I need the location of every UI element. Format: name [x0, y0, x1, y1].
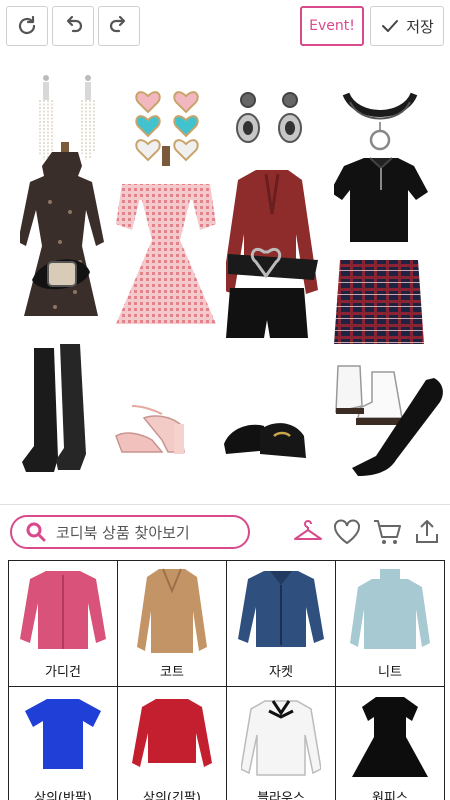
search-placeholder: 코디북 상품 찾아보기: [56, 523, 190, 542]
pink-ankle-strap-heels[interactable]: [112, 400, 192, 460]
floral-dress[interactable]: [20, 142, 110, 328]
black-belt[interactable]: [28, 250, 94, 298]
event-button[interactable]: Event!: [300, 6, 364, 46]
refresh-button[interactable]: [6, 6, 48, 46]
category-label: 가디건: [45, 665, 81, 680]
category-label: 니트: [378, 665, 402, 680]
category-grid: 가디건 코트 자켓 니트 상의(반팔) 상의(긴팔) 블라우스 원피스: [8, 560, 445, 800]
check-icon: [382, 20, 399, 32]
heart-buckle-belt[interactable]: [228, 244, 318, 290]
category-coat[interactable]: 코트: [118, 561, 227, 687]
hanger-icon: [294, 520, 322, 540]
plaid-skirt[interactable]: [334, 260, 424, 344]
share-icon: [416, 520, 438, 543]
black-polo-top[interactable]: [334, 154, 428, 244]
heart-icon: [334, 519, 360, 545]
gingham-offshoulder-dress[interactable]: [116, 146, 216, 330]
save-button[interactable]: 저장: [370, 6, 444, 46]
redo-icon: [109, 15, 126, 33]
search-icon: [26, 522, 46, 542]
top-toolbar: Event! 저장: [0, 0, 450, 54]
favorite-button[interactable]: [330, 516, 364, 548]
category-label: 원피스: [372, 791, 408, 800]
black-shorts[interactable]: [226, 288, 308, 340]
black-thigh-boots[interactable]: [20, 344, 90, 480]
ring-choker[interactable]: [340, 84, 420, 156]
category-dress[interactable]: 원피스: [336, 687, 445, 800]
category-label: 코트: [160, 665, 184, 680]
category-label: 블라우스: [257, 791, 305, 800]
category-blouse[interactable]: 블라우스: [227, 687, 336, 800]
cart-icon: [374, 520, 401, 544]
redo-button[interactable]: [98, 6, 140, 46]
category-cardigan[interactable]: 가디건: [9, 561, 118, 687]
undo-icon: [66, 15, 83, 33]
black-loafers[interactable]: [222, 408, 308, 464]
category-knit[interactable]: 니트: [336, 561, 445, 687]
category-jacket[interactable]: 자켓: [227, 561, 336, 687]
category-long-sleeve-top[interactable]: 상의(긴팔): [118, 687, 227, 800]
crystal-drop-earrings[interactable]: [234, 90, 304, 148]
hanger-button[interactable]: [291, 516, 325, 548]
search-bar[interactable]: 코디북 상품 찾아보기: [10, 515, 250, 549]
dress-thumbnail: [352, 697, 428, 777]
short-sleeve-top-thumbnail: [25, 699, 101, 769]
coat-thumbnail: [137, 568, 207, 653]
category-short-sleeve-top[interactable]: 상의(반팔): [9, 687, 118, 800]
cardigan-thumbnail: [20, 571, 106, 649]
undo-button[interactable]: [52, 6, 94, 46]
share-button[interactable]: [410, 516, 444, 548]
outfit-canvas[interactable]: [0, 54, 450, 504]
jacket-thumbnail: [238, 571, 324, 647]
refresh-icon: [18, 15, 36, 35]
knit-thumbnail: [350, 569, 430, 649]
category-label: 상의(반팔): [34, 791, 92, 800]
category-label: 상의(긴팔): [143, 791, 201, 800]
cart-button[interactable]: [370, 516, 404, 548]
section-divider: [0, 504, 450, 505]
category-label: 자켓: [269, 665, 293, 680]
long-sleeve-top-thumbnail: [132, 699, 212, 767]
save-label: 저장: [406, 17, 434, 36]
blouse-thumbnail: [241, 700, 321, 776]
black-tights[interactable]: [350, 372, 448, 478]
